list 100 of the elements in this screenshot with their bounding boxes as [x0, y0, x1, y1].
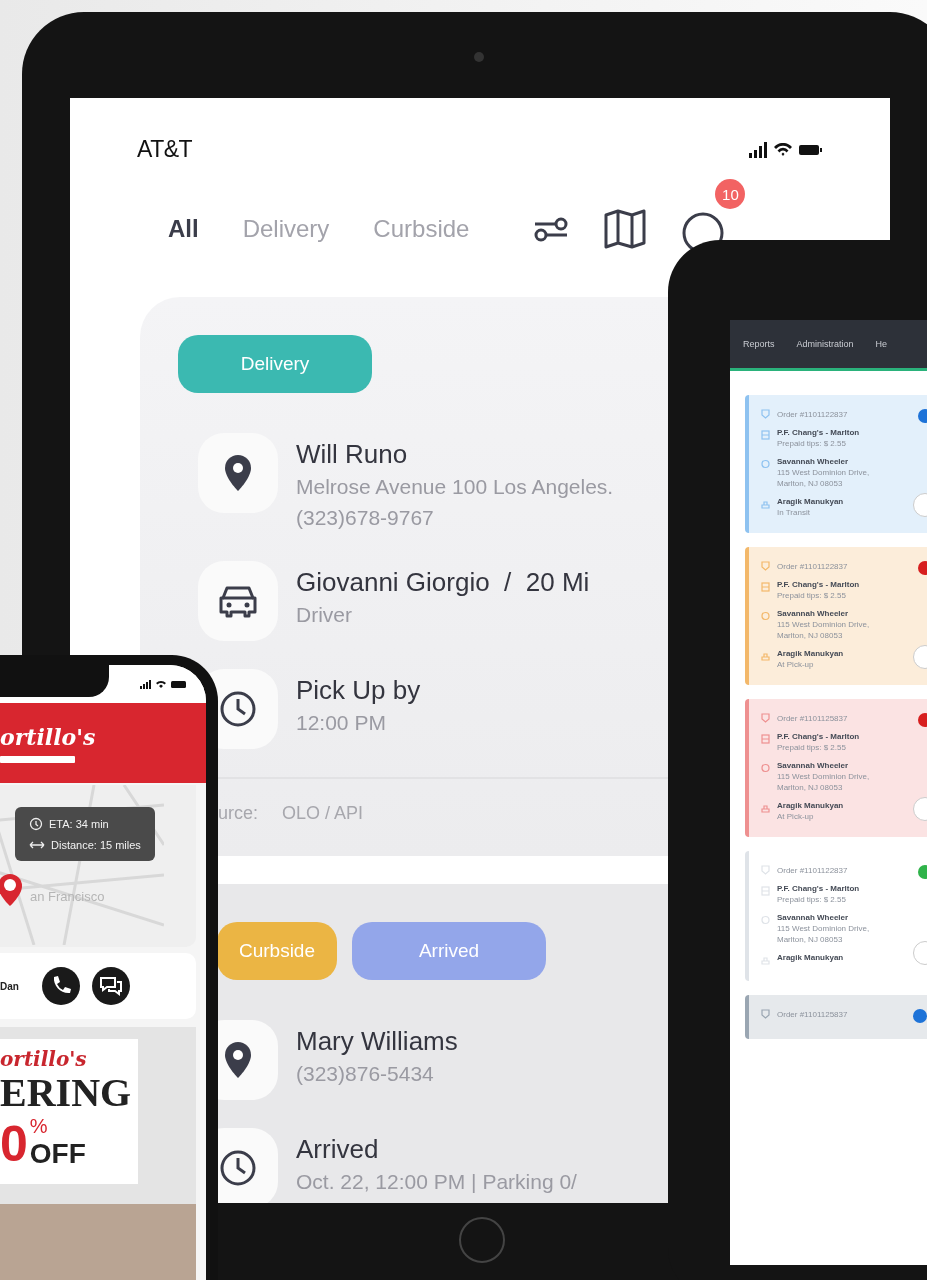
tag-icon: [761, 409, 770, 419]
tag-icon: [761, 713, 770, 723]
driver-name: Aragik Manukyan: [777, 801, 844, 810]
restaurant-name: P.F. Chang's - Marlton: [777, 884, 860, 893]
signal-icon: [140, 679, 151, 689]
status-tag: Arrived: [352, 922, 546, 980]
address-text: 115 West Dominion Drive,: [777, 468, 870, 477]
detail-text: (323)876-5434: [296, 1061, 435, 1087]
clock-icon: [219, 690, 257, 728]
eta-text: ETA: 34 min: [49, 818, 109, 830]
wifi-icon: [774, 142, 792, 157]
promo-brand: ortillo's: [0, 1047, 88, 1071]
distance-arrows-icon: [29, 840, 45, 850]
chat-button[interactable]: [90, 966, 131, 1006]
tag-icon: [761, 561, 770, 571]
restaurant-name: P.F. Chang's - Marlton: [777, 580, 860, 589]
discount-number: 0: [0, 1118, 28, 1170]
order-card[interactable]: Order #1101122837 P.F. Chang's - Marlton Prepaid tips: $ 2.55 Savannah Wheeler 115 West Dominion Drive, Marlton, NJ 08053 Aragik Manukyan In Transit: [745, 395, 927, 533]
promo-headline: ERING: [0, 1071, 133, 1115]
map-pin-icon: [0, 873, 23, 907]
detail-text: Driver: [296, 602, 353, 628]
map-icon[interactable]: [603, 209, 648, 249]
location-pin-icon: [222, 1040, 254, 1080]
nav-link[interactable]: He: [875, 339, 888, 349]
driver-name: Aragik Manukyan: [777, 649, 844, 658]
off-text: OFF: [29, 1138, 86, 1170]
driver-icon: [761, 651, 770, 661]
address-text: 115 West Dominion Drive,: [777, 772, 870, 781]
address-text: Marlton, NJ 08053: [777, 935, 844, 944]
detail-title: Pick Up by: [296, 674, 421, 707]
driver-icon: [761, 499, 770, 509]
brand-logo: ortillo's: [0, 723, 97, 750]
order-number: Order #1101125837: [777, 713, 848, 723]
driver-status: At Pick-up: [777, 660, 815, 669]
signal-icon: [749, 141, 767, 158]
user-icon: [761, 915, 770, 925]
user-icon: [761, 459, 770, 469]
battery-icon: [171, 680, 186, 688]
customer-name: Savannah Wheeler: [777, 609, 850, 618]
address-text: Marlton, NJ 08053: [777, 783, 844, 792]
tag-icon: [761, 1009, 770, 1019]
clock-icon: [29, 817, 43, 831]
user-icon: [761, 611, 770, 621]
filter-tab[interactable]: All: [168, 215, 199, 243]
carrier-name: AT&T: [137, 136, 193, 163]
detail-title: Arrived: [296, 1133, 380, 1166]
tips-text: Prepaid tips: $ 2.55: [777, 439, 847, 448]
store-icon: [761, 886, 770, 896]
order-number: Order #1101122837: [777, 409, 848, 419]
source-label: urce:: [218, 803, 259, 824]
detail-text: 12:00 PM: [296, 710, 387, 736]
user-icon: [761, 763, 770, 773]
status-tag: Curbside: [217, 922, 337, 980]
location-pin-icon: [222, 453, 254, 493]
driver-name: Aragik Manukyan: [777, 953, 844, 962]
clock-icon: [219, 1149, 257, 1187]
source-value: OLO / API: [282, 803, 364, 824]
order-card[interactable]: Order #1101125837 P.F. Chang's - Marlton Prepaid tips: $ 2.55 Savannah Wheeler 115 West Dominion Drive, Marlton, NJ 08053 Aragik Manukyan At Pick-up: [745, 699, 927, 837]
store-icon: [761, 430, 770, 440]
address-text: Marlton, NJ 08053: [777, 479, 844, 488]
car-icon: [218, 584, 258, 618]
customer-name: Savannah Wheeler: [777, 761, 850, 770]
percent-sign: %: [29, 1115, 49, 1138]
customer-name: Savannah Wheeler: [777, 913, 850, 922]
distance-text: Distance: 15 miles: [51, 839, 141, 851]
tips-text: Prepaid tips: $ 2.55: [777, 743, 847, 752]
order-card[interactable]: Order #1101122837 P.F. Chang's - Marlton Prepaid tips: $ 2.55 Savannah Wheeler 115 West Dominion Drive, Marlton, NJ 08053 Aragik Manukyan: [745, 851, 927, 981]
detail-title: Mary Williams: [296, 1025, 458, 1058]
driver-icon: [761, 803, 770, 813]
battery-icon: [799, 144, 822, 155]
tips-text: Prepaid tips: $ 2.55: [777, 895, 847, 904]
nav-link[interactable]: Administration: [796, 339, 854, 349]
driver-name: Dan: [0, 980, 19, 992]
camera-dot: [474, 52, 484, 62]
restaurant-name: P.F. Chang's - Marlton: [777, 732, 860, 741]
order-number: Order #1101125837: [777, 1009, 848, 1019]
order-card[interactable]: Order #1101122837 P.F. Chang's - Marlton Prepaid tips: $ 2.55 Savannah Wheeler 115 West Dominion Drive, Marlton, NJ 08053 Aragik Manukyan At Pick-up: [745, 547, 927, 685]
detail-title: Will Runo: [296, 438, 409, 471]
address-text: 115 West Dominion Drive,: [777, 620, 870, 629]
driver-name: Aragik Manukyan: [777, 497, 844, 506]
address-text: 115 West Dominion Drive,: [777, 924, 870, 933]
driver-status: At Pick-up: [777, 812, 815, 821]
driver-status: In Transit: [777, 508, 811, 517]
detail-title: Giovanni Giorgio / 20 Mi: [296, 566, 590, 599]
notification-badge: 10: [715, 179, 746, 209]
wifi-icon: [156, 680, 166, 688]
detail-text: Oct. 22, 12:00 PM | Parking 0/: [296, 1169, 577, 1195]
detail-text: Melrose Avenue 100 Los Angeles.: [296, 474, 614, 500]
status-tag: Delivery: [178, 335, 372, 393]
detail-text: (323)678-9767: [296, 505, 435, 531]
order-number: Order #1101122837: [777, 561, 848, 571]
tag-icon: [761, 865, 770, 875]
store-icon: [761, 734, 770, 744]
phone-call-button[interactable]: [40, 966, 81, 1006]
nav-link[interactable]: Reports: [743, 339, 775, 349]
tips-text: Prepaid tips: $ 2.55: [777, 591, 847, 600]
order-number: Order #1101122837: [777, 865, 848, 875]
address-text: Marlton, NJ 08053: [777, 631, 844, 640]
driver-icon: [761, 955, 770, 965]
map-label: an Francisco: [30, 889, 105, 904]
